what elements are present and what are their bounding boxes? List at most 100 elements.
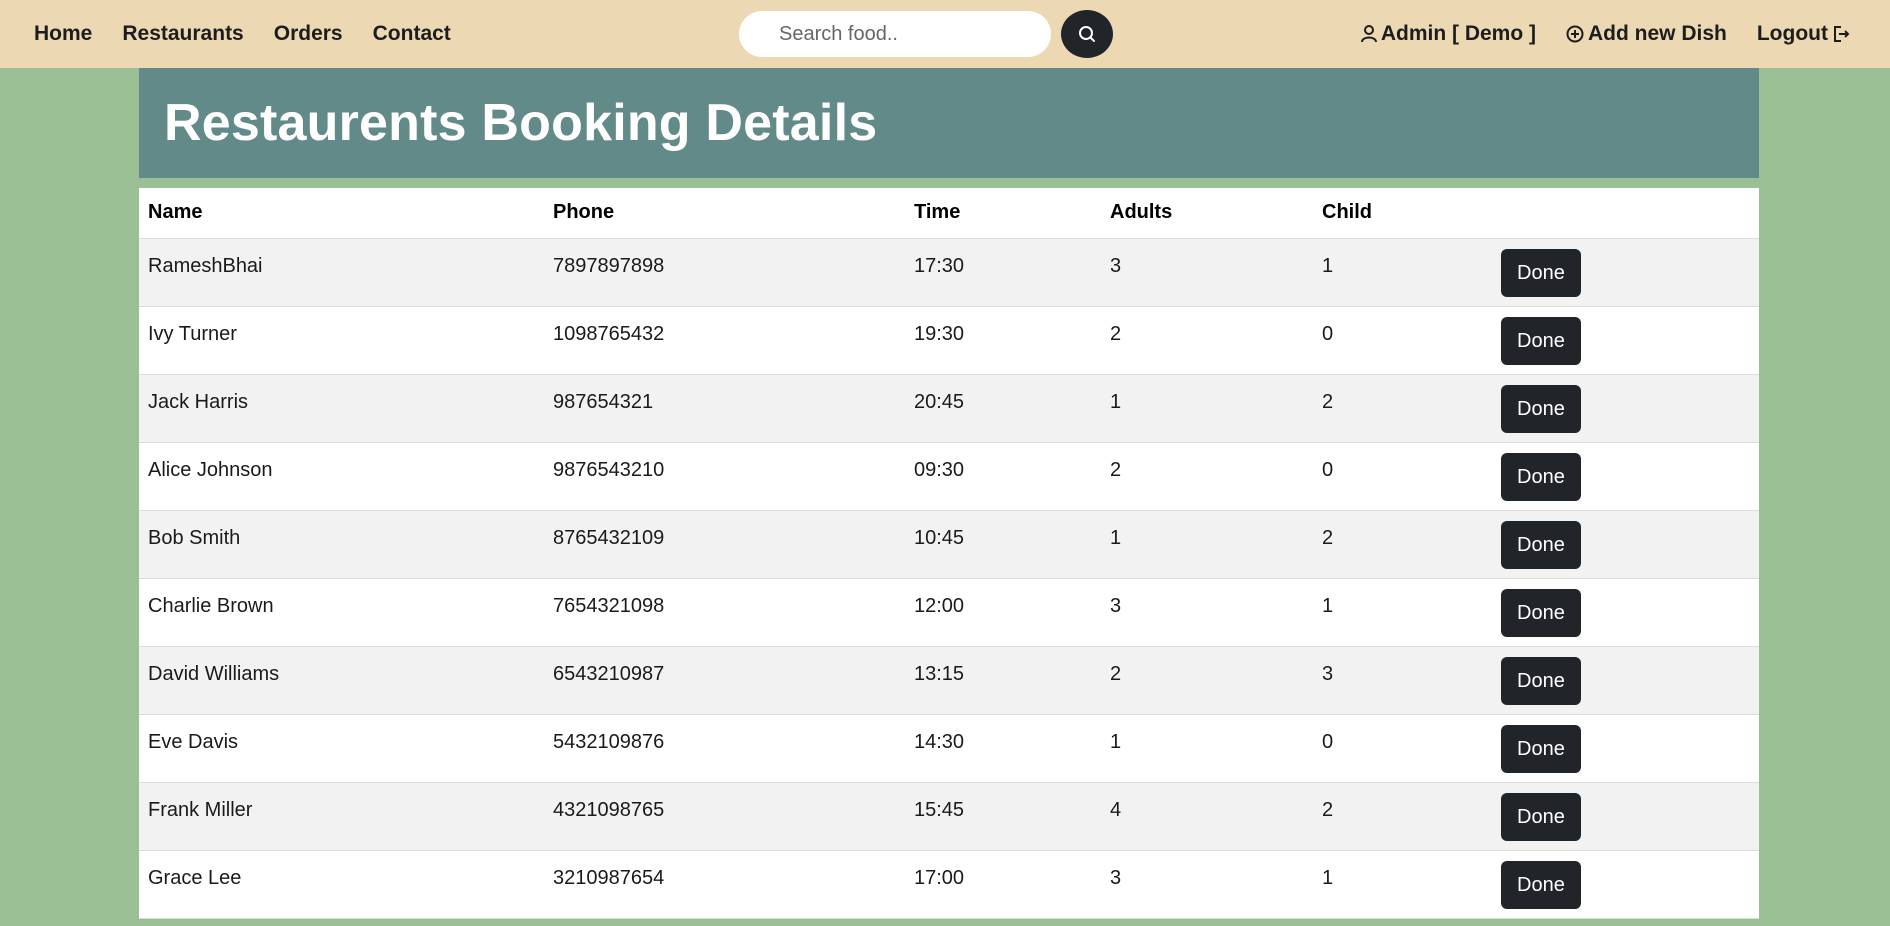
cell-adults: 1	[1101, 374, 1313, 443]
add-dish-link[interactable]: Add new Dish	[1566, 22, 1727, 46]
table-body: RameshBhai 7897897898 17:30 3 1 Done Ivy…	[139, 238, 1759, 919]
table-row: Bob Smith 8765432109 10:45 1 2 Done	[139, 510, 1759, 579]
nav-links: Home Restaurants Orders Contact	[34, 22, 481, 46]
table-row: Jack Harris 987654321 20:45 1 2 Done	[139, 374, 1759, 443]
cell-action: Done	[1492, 510, 1759, 579]
cell-child: 2	[1313, 510, 1492, 579]
cell-name: RameshBhai	[139, 238, 544, 307]
cell-adults: 3	[1101, 578, 1313, 647]
cell-name: Eve Davis	[139, 714, 544, 783]
cell-phone: 4321098765	[544, 782, 905, 851]
search-button[interactable]	[1061, 10, 1113, 58]
cell-action: Done	[1492, 714, 1759, 783]
cell-adults: 4	[1101, 782, 1313, 851]
cell-child: 2	[1313, 374, 1492, 443]
done-button[interactable]: Done	[1501, 860, 1581, 909]
cell-time: 12:00	[905, 578, 1101, 647]
cell-name: Grace Lee	[139, 850, 544, 919]
cell-child: 2	[1313, 782, 1492, 851]
cell-child: 1	[1313, 850, 1492, 919]
cell-phone: 5432109876	[544, 714, 905, 783]
table-row: Eve Davis 5432109876 14:30 1 0 Done	[139, 714, 1759, 783]
cell-time: 10:45	[905, 510, 1101, 579]
cell-child: 1	[1313, 238, 1492, 307]
page-title: Restaurents Booking Details	[164, 94, 878, 152]
cell-adults: 3	[1101, 238, 1313, 307]
cell-time: 13:15	[905, 646, 1101, 715]
table-row: Grace Lee 3210987654 17:00 3 1 Done	[139, 850, 1759, 919]
cell-child: 0	[1313, 442, 1492, 511]
done-button[interactable]: Done	[1501, 248, 1581, 297]
add-dish-label: Add new Dish	[1588, 22, 1727, 45]
search-icon	[1079, 26, 1095, 42]
cell-adults: 1	[1101, 510, 1313, 579]
done-button[interactable]: Done	[1501, 724, 1581, 773]
table-row: RameshBhai 7897897898 17:30 3 1 Done	[139, 238, 1759, 307]
cell-time: 19:30	[905, 306, 1101, 375]
cell-time: 17:30	[905, 238, 1101, 307]
cell-action: Done	[1492, 578, 1759, 647]
cell-phone: 1098765432	[544, 306, 905, 375]
cell-name: Alice Johnson	[139, 442, 544, 511]
cell-time: 09:30	[905, 442, 1101, 511]
table-row: Alice Johnson 9876543210 09:30 2 0 Done	[139, 442, 1759, 511]
cell-adults: 3	[1101, 850, 1313, 919]
header-name: Name	[139, 188, 544, 239]
cell-adults: 2	[1101, 306, 1313, 375]
done-button[interactable]: Done	[1501, 588, 1581, 637]
done-button[interactable]: Done	[1501, 792, 1581, 841]
cell-time: 20:45	[905, 374, 1101, 443]
cell-action: Done	[1492, 442, 1759, 511]
cell-name: Ivy Turner	[139, 306, 544, 375]
cell-name: Jack Harris	[139, 374, 544, 443]
cell-action: Done	[1492, 850, 1759, 919]
bookings-table: Name Phone Time Adults Child RameshBhai …	[139, 188, 1759, 919]
done-button[interactable]: Done	[1501, 316, 1581, 365]
nav-contact-link[interactable]: Contact	[373, 22, 451, 46]
cell-child: 3	[1313, 646, 1492, 715]
search-input[interactable]	[739, 11, 1051, 57]
header-adults: Adults	[1101, 188, 1313, 239]
user-icon	[1360, 25, 1377, 43]
cell-phone: 8765432109	[544, 510, 905, 579]
done-button[interactable]: Done	[1501, 452, 1581, 501]
cell-child: 0	[1313, 714, 1492, 783]
nav-actions: Admin [ Demo ] Add new Dish Logout	[1331, 0, 1850, 68]
cell-adults: 2	[1101, 442, 1313, 511]
logout-link[interactable]: Logout	[1757, 22, 1850, 46]
header-time: Time	[905, 188, 1101, 239]
cell-child: 1	[1313, 578, 1492, 647]
cell-phone: 7654321098	[544, 578, 905, 647]
done-button[interactable]: Done	[1501, 520, 1581, 569]
table-row: Charlie Brown 7654321098 12:00 3 1 Done	[139, 578, 1759, 647]
search-bar	[739, 10, 1113, 58]
page-banner: Restaurents Booking Details	[139, 68, 1759, 178]
nav-restaurants-link[interactable]: Restaurants	[122, 22, 243, 46]
cell-action: Done	[1492, 238, 1759, 307]
main-content: Restaurents Booking Details Name Phone T…	[139, 68, 1759, 919]
table-row: Frank Miller 4321098765 15:45 4 2 Done	[139, 782, 1759, 851]
cell-action: Done	[1492, 782, 1759, 851]
cell-time: 17:00	[905, 850, 1101, 919]
admin-label: Admin [ Demo ]	[1380, 22, 1537, 45]
nav-home-link[interactable]: Home	[34, 22, 92, 46]
cell-name: Charlie Brown	[139, 578, 544, 647]
navbar: Home Restaurants Orders Contact Admin [ …	[0, 0, 1890, 68]
done-button[interactable]: Done	[1501, 384, 1581, 433]
admin-link[interactable]: Admin [ Demo ]	[1360, 22, 1537, 46]
cell-phone: 9876543210	[544, 442, 905, 511]
header-phone: Phone	[544, 188, 905, 239]
cell-name: David Williams	[139, 646, 544, 715]
cell-action: Done	[1492, 646, 1759, 715]
nav-orders-link[interactable]: Orders	[274, 22, 343, 46]
cell-name: Frank Miller	[139, 782, 544, 851]
table-row: Ivy Turner 1098765432 19:30 2 0 Done	[139, 306, 1759, 375]
logout-label: Logout	[1756, 22, 1828, 45]
cell-adults: 1	[1101, 714, 1313, 783]
logout-icon	[1834, 26, 1850, 42]
header-action	[1492, 188, 1759, 239]
cell-time: 15:45	[905, 782, 1101, 851]
cell-phone: 7897897898	[544, 238, 905, 307]
cell-child: 0	[1313, 306, 1492, 375]
done-button[interactable]: Done	[1501, 656, 1581, 705]
